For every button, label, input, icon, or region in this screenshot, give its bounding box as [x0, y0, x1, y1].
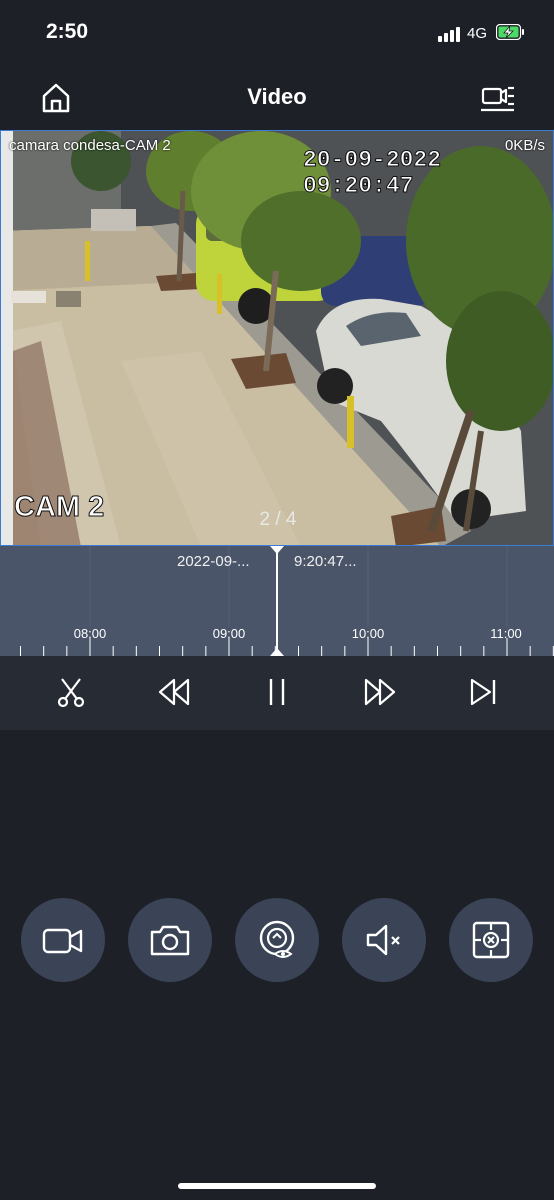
skip-next-icon[interactable] — [465, 674, 501, 710]
scissors-icon[interactable] — [53, 674, 89, 710]
hour-label-3: 11:00 — [490, 626, 522, 641]
battery-charging-icon — [495, 23, 524, 41]
hour-label-0: 08:00 — [73, 626, 107, 641]
ptz-icon — [472, 921, 510, 959]
camera-name: camara condesa-CAM 2 — [9, 137, 171, 154]
timeline-scrubber[interactable]: 2022-09-... 9:20:47... 08:00 09:00 10:00… — [0, 546, 554, 656]
status-time: 2:50 — [46, 20, 89, 43]
intercom-button[interactable] — [235, 898, 319, 982]
playback-controls — [0, 656, 554, 730]
playhead[interactable] — [276, 546, 278, 656]
page-indicator: 2 / 4 — [259, 509, 297, 530]
pause-icon[interactable] — [259, 674, 295, 710]
hour-label-1: 09:00 — [212, 626, 246, 641]
home-indicator — [178, 1183, 376, 1189]
speaker-muted-icon — [366, 924, 400, 956]
camera-icon — [150, 925, 190, 956]
navigation-bar: Video — [0, 66, 554, 130]
timeline-current-time: 9:20:47... — [294, 553, 357, 570]
network-type: 4G — [467, 25, 488, 42]
signal-strength-icon — [438, 26, 464, 42]
mute-button[interactable] — [342, 898, 426, 982]
camera-list-icon[interactable] — [478, 80, 518, 116]
record-button[interactable] — [21, 898, 105, 982]
video-player[interactable]: camara condesa-CAM 2 0KB/s 20-09-2022 09… — [0, 130, 554, 546]
timeline-current-date: 2022-09-... — [177, 553, 250, 570]
ptz-button[interactable] — [449, 898, 533, 982]
intercom-icon — [259, 920, 295, 958]
hour-label-2: 10:00 — [351, 626, 385, 641]
status-bar: 2:50 4G — [0, 0, 554, 66]
osd-timestamp: 20-09-2022 09:20:47 — [303, 147, 442, 200]
video-camera-icon — [42, 928, 83, 954]
page-title: Video — [247, 84, 307, 109]
fast-forward-icon[interactable] — [362, 674, 398, 710]
snapshot-button[interactable] — [128, 898, 212, 982]
rewind-icon[interactable] — [156, 674, 192, 710]
